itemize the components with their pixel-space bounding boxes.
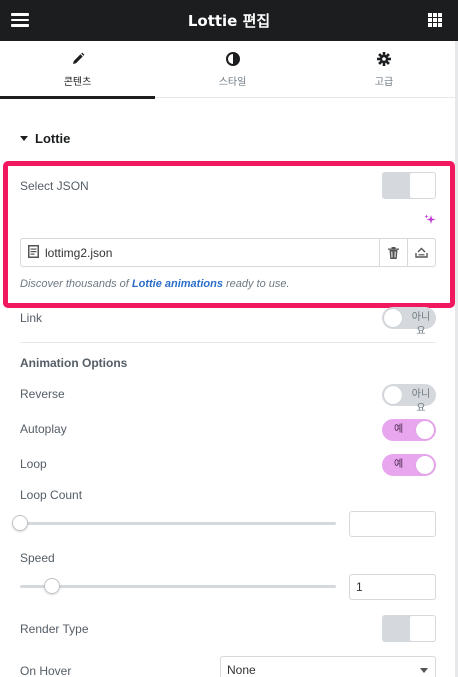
- tab-content[interactable]: 콘텐츠: [0, 41, 155, 99]
- section-toggle-lottie[interactable]: Lottie: [20, 131, 70, 146]
- lottie-help-note: Discover thousands of Lottie animations …: [20, 278, 290, 290]
- pencil-icon: [71, 51, 85, 67]
- reverse-switch[interactable]: 아니요: [382, 384, 436, 414]
- autoplay-label: Autoplay: [20, 422, 67, 436]
- select-json-toggle[interactable]: [382, 172, 436, 199]
- loop-label: Loop: [20, 457, 47, 471]
- page-title: Lottie 편집: [187, 12, 271, 30]
- panel-tabs: 콘텐츠 스타일 고급: [0, 41, 458, 99]
- select-json-label: Select JSON: [20, 179, 89, 193]
- json-file-field[interactable]: lottimg2.json: [20, 238, 436, 267]
- tab-style[interactable]: 스타일: [155, 41, 310, 98]
- on-hover-label: On Hover: [20, 664, 72, 677]
- tab-label: 콘텐츠: [63, 77, 92, 88]
- switch-text: 예: [394, 424, 404, 435]
- loop-count-label: Loop Count: [20, 488, 83, 502]
- file-icon: [28, 244, 39, 261]
- lottie-animations-link[interactable]: Lottie animations: [132, 278, 223, 290]
- chevron-down-icon: [420, 668, 428, 673]
- grid-icon[interactable]: [428, 13, 442, 27]
- speed-input[interactable]: 1: [349, 574, 436, 600]
- speed-slider-handle[interactable]: [43, 578, 60, 594]
- speed-label: Speed: [20, 551, 55, 565]
- trash-icon: [388, 246, 399, 259]
- hamburger-icon[interactable]: [11, 13, 29, 27]
- on-hover-select[interactable]: None: [220, 656, 436, 677]
- divider: [20, 342, 436, 343]
- loop-count-input[interactable]: [349, 511, 436, 537]
- caret-down-icon: [20, 136, 28, 141]
- switch-text: 아니요: [411, 312, 431, 337]
- loop-count-slider[interactable]: [20, 522, 336, 525]
- autoplay-switch[interactable]: 예: [382, 419, 436, 441]
- delete-file-button[interactable]: [379, 239, 407, 266]
- select-value: None: [227, 663, 256, 677]
- gear-icon: [377, 51, 391, 67]
- section-title: Lottie: [35, 131, 71, 146]
- upload-icon: [415, 247, 428, 258]
- loop-count-slider-handle[interactable]: [12, 515, 28, 531]
- animation-options-title: Animation Options: [20, 356, 128, 370]
- half-circle-icon: [225, 51, 240, 67]
- file-name: lottimg2.json: [45, 245, 113, 260]
- editor-header: Lottie 편집: [0, 0, 458, 41]
- render-type-label: Render Type: [20, 622, 89, 636]
- link-switch[interactable]: 아니요: [382, 307, 436, 337]
- link-label: Link: [20, 311, 43, 325]
- reverse-label: Reverse: [20, 387, 65, 401]
- speed-slider[interactable]: [20, 585, 336, 588]
- tab-label: 스타일: [218, 77, 247, 88]
- switch-text: 아니요: [411, 389, 431, 414]
- switch-text: 예: [394, 459, 404, 470]
- tab-advanced[interactable]: 고급: [310, 41, 458, 98]
- tab-label: 고급: [374, 77, 394, 88]
- loop-switch[interactable]: 예: [382, 454, 436, 476]
- upload-file-button[interactable]: [407, 239, 435, 266]
- sparkle-icon[interactable]: [424, 214, 436, 229]
- render-type-toggle[interactable]: [382, 615, 436, 642]
